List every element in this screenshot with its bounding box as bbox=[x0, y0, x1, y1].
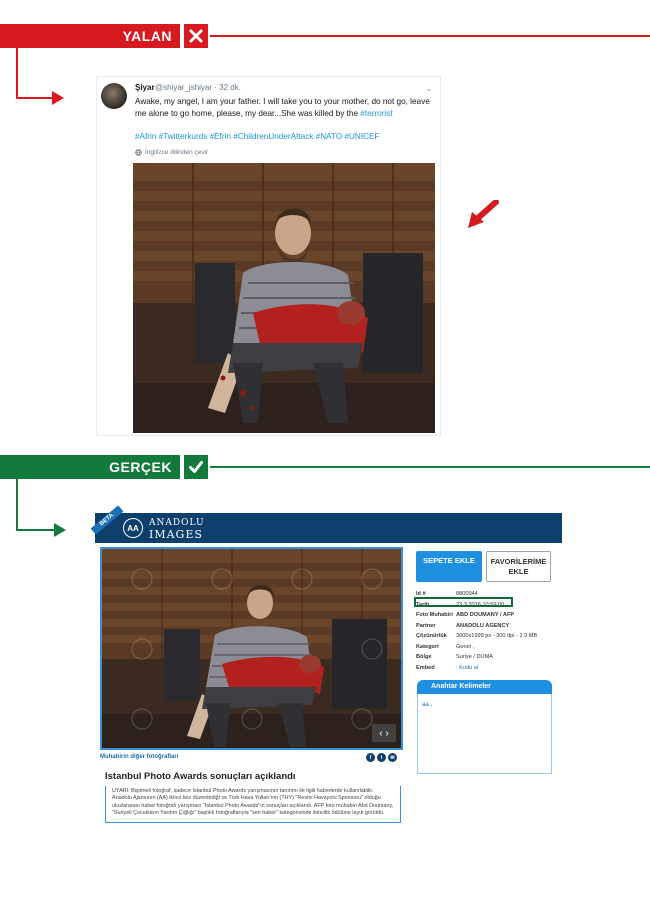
meta-key: Bölge bbox=[416, 654, 432, 661]
meta-key: Çözünürlük bbox=[416, 633, 447, 640]
true-banner-label: GERÇEK bbox=[109, 459, 172, 475]
meta-row-photographer: Foto Muhabiri ABD DOUMANY / AFP bbox=[416, 610, 556, 621]
false-connector-h bbox=[16, 97, 54, 99]
photo-father-child bbox=[133, 163, 435, 433]
embed-code-link[interactable]: : Kodu al bbox=[456, 665, 556, 671]
avatar[interactable] bbox=[101, 83, 127, 109]
tweet-author-name[interactable]: Şiyar bbox=[135, 83, 155, 92]
gallery-nav-arrows[interactable]: ‹ › bbox=[372, 724, 396, 742]
false-banner: YALAN bbox=[0, 24, 650, 48]
tweet-hashtag-link[interactable]: #terrorist bbox=[360, 109, 392, 118]
true-banner: GERÇEK bbox=[0, 455, 650, 479]
true-banner-bar: GERÇEK bbox=[0, 455, 180, 479]
anadolu-photo[interactable] bbox=[100, 547, 403, 750]
keywords-list[interactable]: aa , bbox=[417, 694, 552, 774]
meta-key: Kategori bbox=[416, 643, 439, 650]
false-banner-bar: YALAN bbox=[0, 24, 180, 48]
tweet-card: Şiyar @shiyar_jshiyar · 32 dk. ⌄ Awake, … bbox=[96, 76, 441, 436]
tweet-handle-time[interactable]: @shiyar_jshiyar · 32 dk. bbox=[155, 83, 241, 92]
anadolu-logo-line1[interactable]: ANADOLU bbox=[149, 518, 205, 528]
translate-label: İngilizce dilinden çevir bbox=[145, 149, 209, 156]
arrow-right-icon bbox=[54, 523, 66, 537]
meta-value: 3000x1999 px - 300 dpi - 2.9 MB bbox=[456, 633, 538, 640]
anadolu-header: BETA AA ANADOLU IMAGES bbox=[90, 505, 562, 543]
embed-code-label: Kodu al bbox=[459, 664, 479, 671]
meta-row-region: Bölge Suriye / DUMA bbox=[416, 652, 556, 663]
check-icon bbox=[184, 455, 208, 479]
chevron-left-icon[interactable]: ‹ bbox=[379, 728, 382, 739]
arrow-right-icon bbox=[52, 91, 64, 105]
meta-value[interactable]: Genel , bbox=[456, 644, 556, 650]
meta-key: Embed bbox=[416, 664, 435, 671]
chevron-down-icon[interactable]: ⌄ bbox=[425, 83, 433, 94]
twitter-icon[interactable]: t bbox=[377, 753, 386, 762]
social-share: f t ✉ bbox=[366, 753, 397, 762]
meta-row-category: Kategori Genel , bbox=[416, 642, 556, 653]
article-title: Istanbul Photo Awards sonuçları açıkland… bbox=[105, 771, 296, 782]
meta-row-resolution: Çözünürlük 3000x1999 px - 300 dpi - 2.9 M… bbox=[416, 631, 556, 642]
meta-key: Foto Muhabiri bbox=[416, 612, 453, 619]
meta-value[interactable]: Suriye / DUMA bbox=[456, 654, 556, 660]
add-to-favorites-button[interactable]: FAVORİLERİME EKLE bbox=[486, 551, 551, 582]
pointer-arrow-icon bbox=[468, 200, 499, 228]
facebook-icon[interactable]: f bbox=[366, 753, 375, 762]
date-highlight-box bbox=[414, 597, 513, 607]
chevron-right-icon[interactable]: › bbox=[385, 728, 388, 739]
keywords-header: Anahtar Kelimeler bbox=[417, 680, 552, 694]
beta-badge: BETA bbox=[90, 505, 124, 535]
false-connector bbox=[16, 48, 18, 98]
false-banner-line bbox=[210, 35, 650, 37]
meta-value[interactable]: ABD DOUMANY / AFP bbox=[456, 612, 556, 618]
true-banner-line bbox=[210, 466, 650, 468]
tweet-hashtags[interactable]: #Afrin #Twitterkurds #Efrin #ChildrenUnd… bbox=[135, 132, 435, 141]
false-banner-label: YALAN bbox=[122, 28, 172, 44]
anadolu-logo-mark[interactable]: AA bbox=[123, 518, 143, 538]
translate-link[interactable]: İngilizce dilinden çevir bbox=[135, 149, 208, 156]
mail-icon[interactable]: ✉ bbox=[388, 753, 397, 762]
anadolu-logo-line2[interactable]: IMAGES bbox=[149, 528, 203, 541]
meta-row-partner: Partner ANADOLU AGENCY bbox=[416, 621, 556, 632]
meta-row-embed: Embed : Kodu al bbox=[416, 663, 556, 674]
photographer-more-photos-link[interactable]: Muhabirin diğer fotoğrafları bbox=[100, 754, 178, 760]
photo-father-child bbox=[102, 549, 401, 748]
meta-key: Partner bbox=[416, 622, 436, 629]
cross-icon bbox=[184, 24, 208, 48]
tweet-photo[interactable] bbox=[133, 163, 435, 433]
article-description: UYARI: Bişiimeli fotoğraf, sadece İstanb… bbox=[105, 786, 401, 823]
true-connector bbox=[16, 479, 18, 531]
true-connector-h bbox=[16, 529, 56, 531]
globe-icon bbox=[135, 149, 142, 156]
add-to-cart-button[interactable]: SEPETE EKLE bbox=[416, 551, 482, 582]
meta-value: ANADOLU AGENCY bbox=[456, 622, 510, 629]
tweet-text: Awake, my angel, I am your father. I wil… bbox=[135, 96, 435, 119]
